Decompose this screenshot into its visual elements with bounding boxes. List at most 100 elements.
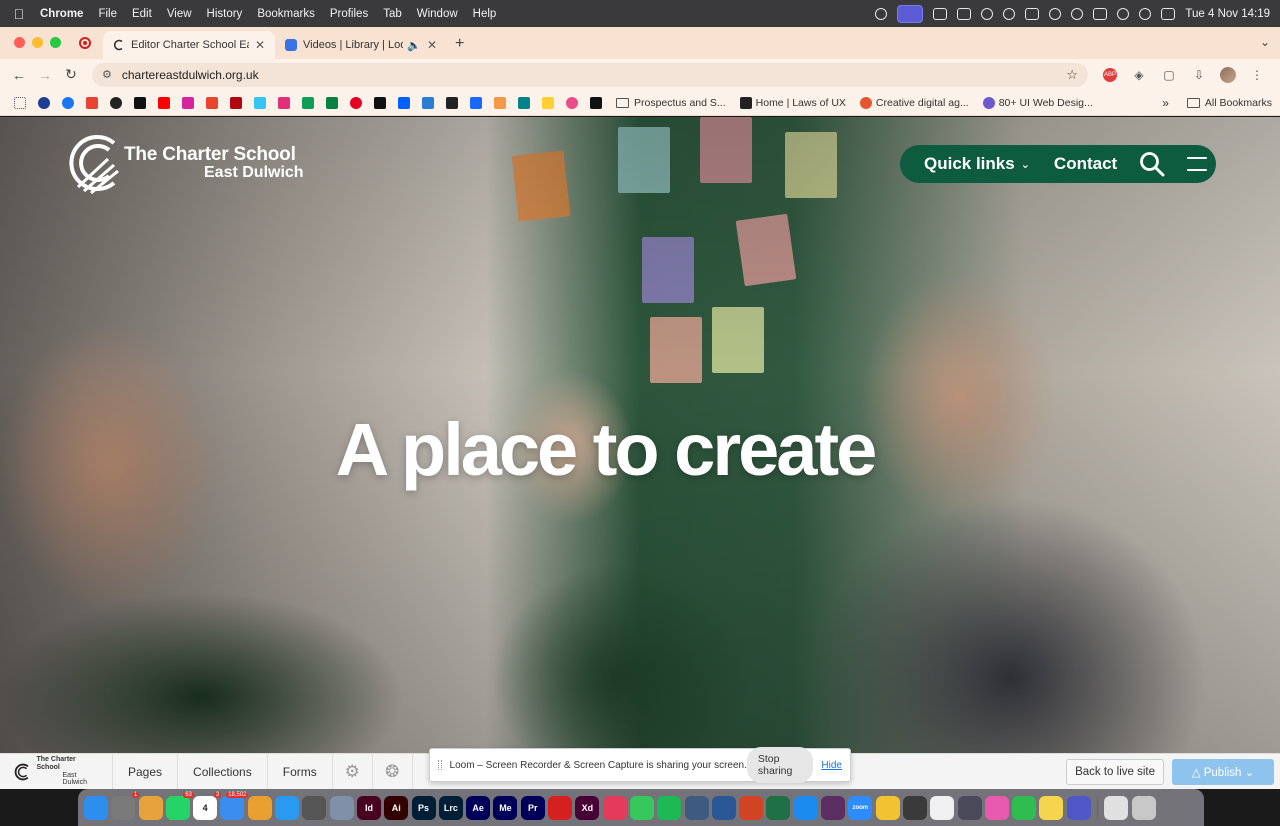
publish-button[interactable]: △ Publish ⌄ <box>1172 758 1274 785</box>
sheets-icon[interactable] <box>326 96 338 109</box>
teams-status-icon[interactable] <box>933 7 948 20</box>
dock-trash-icon[interactable] <box>1131 795 1156 820</box>
extensions-puzzle-icon[interactable]: ▢ <box>1161 67 1177 83</box>
bookmark-link[interactable]: Home | Laws of UX <box>734 96 846 109</box>
tfl-icon[interactable] <box>38 96 50 109</box>
dock-chrome-icon[interactable] <box>247 795 272 820</box>
dock-after-effects-icon[interactable]: Ae <box>466 795 491 820</box>
slack-icon[interactable] <box>254 96 266 109</box>
dock-screenshot-icon[interactable] <box>957 795 982 820</box>
dock-slack-icon[interactable] <box>821 795 846 820</box>
minimize-window-icon[interactable] <box>32 37 43 48</box>
dock-powerpoint-icon[interactable] <box>739 795 764 820</box>
dock-mail-icon[interactable]: 18,502 <box>220 791 249 820</box>
adblock-extension-icon[interactable]: ABP <box>1103 67 1117 82</box>
dock-word-icon[interactable] <box>711 795 736 820</box>
dock-calculator-icon[interactable] <box>902 795 927 820</box>
dock-calendar-icon[interactable]: 43 <box>193 791 222 820</box>
mixed-app-icon[interactable] <box>494 96 506 109</box>
gmail-icon[interactable] <box>86 96 98 109</box>
dock-premiere-icon[interactable]: Pr <box>520 795 545 820</box>
bookmark-link[interactable]: 80+ UI Web Desig... <box>977 96 1093 109</box>
creative-cloud-status-icon[interactable] <box>1003 7 1016 20</box>
chrome-menu-icon[interactable]: ⋮ <box>1249 67 1265 83</box>
tab-loom[interactable]: Videos | Library | Loom 🔈 ✕ <box>275 31 447 59</box>
dock-finder-icon[interactable] <box>84 795 108 820</box>
spotlight-search-icon[interactable] <box>1139 7 1152 20</box>
apps-grid-icon[interactable] <box>14 96 26 109</box>
settings-gear-icon[interactable]: ⚙ <box>333 754 373 789</box>
google-play-icon[interactable] <box>278 96 290 109</box>
menu-history[interactable]: History <box>207 8 243 20</box>
all-bookmarks[interactable]: All Bookmarks <box>1186 97 1272 109</box>
dock-indesign-icon[interactable]: Id <box>356 795 381 820</box>
dock-acrobat-icon[interactable] <box>548 795 573 820</box>
pinterest-icon[interactable] <box>350 96 362 109</box>
dock-documents-folder-icon[interactable] <box>1104 795 1129 820</box>
chatgpt-status-icon[interactable] <box>981 7 994 20</box>
back-icon[interactable]: ← <box>8 67 30 83</box>
quick-links-button[interactable]: Quick links ⌄ <box>924 154 1030 174</box>
dock-preview-icon[interactable] <box>329 795 354 820</box>
extension-icon[interactable]: ◈ <box>1131 67 1147 83</box>
dock-illustrator-icon[interactable]: Ai <box>384 795 409 820</box>
amazon-icon[interactable] <box>374 96 386 109</box>
dock-teams-icon[interactable] <box>1066 795 1091 820</box>
google-drive-icon[interactable] <box>302 96 314 109</box>
dock-messages-icon[interactable] <box>629 795 654 820</box>
dock-launchpad-icon[interactable] <box>138 795 163 820</box>
dock-arc-icon[interactable] <box>984 795 1009 820</box>
tab-editor[interactable]: Editor Charter School East Dulwich ✕ <box>103 31 275 59</box>
close-window-icon[interactable] <box>14 37 25 48</box>
cms-tab-forms[interactable]: Forms <box>268 754 333 789</box>
back-to-live-site-button[interactable]: Back to live site <box>1066 758 1164 785</box>
reload-icon[interactable]: ↻ <box>60 66 82 83</box>
new-tab-icon[interactable]: + <box>455 35 464 53</box>
close-tab-icon[interactable]: ✕ <box>255 38 265 52</box>
behance-icon[interactable] <box>470 96 482 109</box>
battery-icon[interactable] <box>1093 7 1108 20</box>
dock-zoom-icon[interactable]: zoom <box>848 795 873 820</box>
forward-icon[interactable]: → <box>34 67 56 83</box>
dock-excel-icon[interactable] <box>766 795 791 820</box>
control-center-icon[interactable] <box>1161 7 1176 20</box>
recording-indicator-icon[interactable] <box>79 37 91 49</box>
dock-chatgpt-icon[interactable] <box>302 795 327 820</box>
miro-icon[interactable] <box>542 96 554 109</box>
more-bookmarks-icon[interactable]: » <box>1162 96 1169 110</box>
instagram-icon[interactable] <box>182 96 194 109</box>
dock-notes-icon[interactable] <box>1039 795 1064 820</box>
help-lifebuoy-icon[interactable]: ❂ <box>373 754 413 789</box>
webflow-icon[interactable] <box>590 96 602 109</box>
download-icon[interactable]: ⇩ <box>1191 67 1207 83</box>
x-icon[interactable] <box>134 96 146 109</box>
fullscreen-window-icon[interactable] <box>50 37 61 48</box>
site-logo[interactable]: The Charter School East Dulwich <box>64 129 304 197</box>
menu-bookmarks[interactable]: Bookmarks <box>257 8 315 20</box>
menu-tab[interactable]: Tab <box>383 8 402 20</box>
bookmark-link[interactable]: Creative digital ag... <box>854 96 969 109</box>
facebook-icon[interactable] <box>62 96 74 109</box>
stop-sharing-button[interactable]: Stop sharing <box>746 747 814 783</box>
squarespace-icon[interactable] <box>446 96 458 109</box>
dock-numbers-icon[interactable] <box>1012 795 1037 820</box>
dock-system-settings-icon[interactable]: 1 <box>111 791 140 820</box>
word-web-icon[interactable] <box>422 96 434 109</box>
contact-link[interactable]: Contact <box>1054 154 1117 174</box>
wifi-icon[interactable] <box>1117 7 1130 20</box>
dock-creative-cloud-icon[interactable] <box>602 795 627 820</box>
layers-icon[interactable] <box>1025 7 1040 20</box>
drag-handle-icon[interactable] <box>438 760 442 770</box>
dock-safari-icon[interactable] <box>275 795 300 820</box>
menu-profiles[interactable]: Profiles <box>330 8 368 20</box>
sharepoint-icon[interactable] <box>518 96 530 109</box>
dock-photoshop-icon[interactable]: Ps <box>411 795 436 820</box>
cms-tab-pages[interactable]: Pages <box>113 754 179 789</box>
search-icon[interactable] <box>1139 151 1165 177</box>
time-machine-icon[interactable] <box>1049 7 1062 20</box>
youtube-icon[interactable] <box>158 96 170 109</box>
apple-icon[interactable]:  <box>10 6 28 22</box>
buildertrend-icon[interactable] <box>206 96 218 109</box>
profile-avatar[interactable] <box>1220 66 1236 83</box>
site-info-icon[interactable]: ⚙ <box>102 68 112 81</box>
